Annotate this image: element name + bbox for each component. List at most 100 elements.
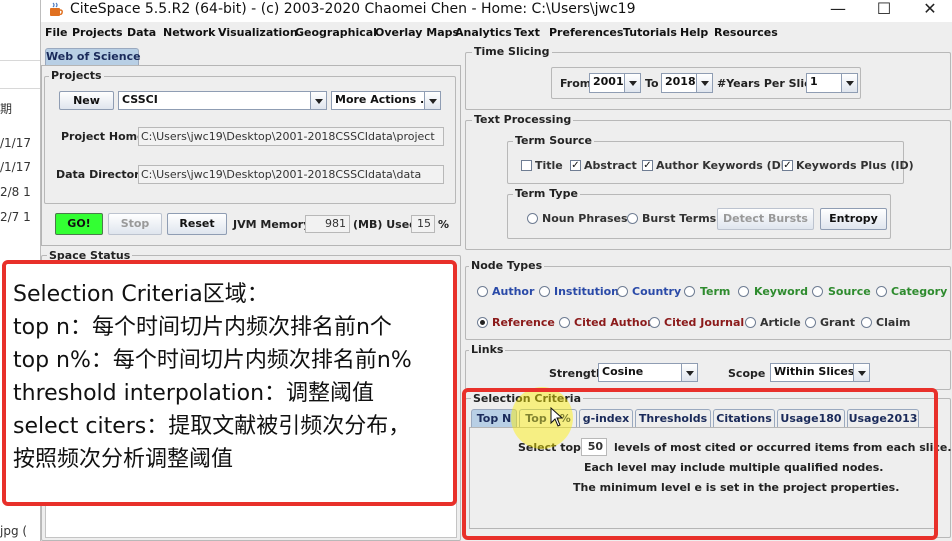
keyword-radio-label: Keyword — [754, 285, 808, 298]
menu-analytics[interactable]: Analytics — [455, 26, 512, 39]
menu-tutorials[interactable]: Tutorials — [623, 26, 677, 39]
category-radio[interactable] — [876, 286, 887, 297]
minimize-button[interactable]: — — [815, 0, 861, 22]
annotation-line: top n%：每个时间切片内频次排名前n% — [13, 348, 412, 373]
author-keywords-checkbox[interactable]: ✓ — [642, 160, 653, 171]
source-radio[interactable] — [812, 286, 823, 297]
scope-select[interactable]: Within Slices — [770, 363, 870, 382]
project-home-label: Project Home: — [61, 130, 149, 143]
more-actions-select[interactable]: More Actions ... — [331, 91, 441, 110]
chevron-down-icon[interactable] — [310, 92, 326, 109]
new-project-button[interactable]: New — [59, 91, 114, 110]
bg-text: 期 — [0, 102, 13, 116]
chevron-down-icon[interactable] — [681, 364, 697, 381]
strength-label: Strength — [549, 367, 604, 380]
annotation-line: top n：每个时间切片内频次排名前n个 — [13, 315, 392, 340]
claim-radio[interactable] — [861, 317, 872, 328]
close-button[interactable]: ✕ — [907, 0, 952, 22]
term-radio[interactable] — [684, 286, 695, 297]
bg-text: /1/17 — [0, 160, 31, 174]
menu-data[interactable]: Data — [127, 26, 156, 39]
cited-author-radio-label: Cited Author — [574, 316, 653, 329]
from-label: From — [560, 77, 592, 90]
bg-divider — [0, 88, 44, 89]
title-checkbox[interactable] — [521, 160, 532, 171]
data-directory-label: Data Directory: — [56, 168, 152, 181]
menu-resources[interactable]: Resources — [714, 26, 778, 39]
chevron-down-icon[interactable] — [696, 74, 712, 92]
menu-help[interactable]: Help — [680, 26, 708, 39]
project-select[interactable]: CSSCI — [118, 91, 327, 110]
stop-button[interactable]: Stop — [108, 213, 162, 235]
category-radio-label: Category — [891, 285, 948, 298]
years-per-slice-select[interactable]: 1 — [806, 73, 858, 93]
menu-projects[interactable]: Projects — [72, 26, 123, 39]
chevron-down-icon[interactable] — [841, 74, 857, 92]
strength-select[interactable]: Cosine — [598, 363, 698, 382]
chevron-down-icon[interactable] — [624, 74, 640, 92]
from-year-value: 2001 — [593, 75, 624, 88]
menu-text[interactable]: Text — [514, 26, 540, 39]
menu-bar: File Projects Data Network Visualization… — [41, 23, 952, 43]
source-radio-label: Source — [828, 285, 871, 298]
to-year-select[interactable]: 2018 — [661, 73, 713, 93]
article-radio-label: Article — [760, 316, 801, 329]
jvm-memory-label: JVM Memory — [233, 218, 311, 231]
to-year-value: 2018 — [665, 75, 696, 88]
reference-radio-label: Reference — [492, 316, 555, 329]
institution-radio[interactable] — [539, 286, 550, 297]
from-year-select[interactable]: 2001 — [589, 73, 641, 93]
go-button[interactable]: GO! — [55, 213, 103, 235]
project-home-field[interactable]: C:\Users\jwc19\Desktop\2001-2018CSSCIdat… — [138, 127, 444, 146]
grant-radio[interactable] — [805, 317, 816, 328]
burst-terms-label: Burst Terms — [642, 212, 717, 225]
menu-network[interactable]: Network — [163, 26, 215, 39]
detect-bursts-button[interactable]: Detect Bursts — [717, 208, 814, 230]
menu-overlay-maps[interactable]: Overlay Maps — [375, 26, 459, 39]
country-radio[interactable] — [617, 286, 628, 297]
noun-phrases-radio[interactable] — [527, 213, 538, 224]
author-radio[interactable] — [477, 286, 488, 297]
cited-journal-radio[interactable] — [649, 317, 660, 328]
chevron-down-icon[interactable] — [853, 364, 869, 381]
reference-radio[interactable] — [477, 317, 488, 328]
article-radio[interactable] — [745, 317, 756, 328]
reset-button[interactable]: Reset — [167, 213, 227, 235]
annotation-line: Selection Criteria区域： — [13, 282, 269, 307]
country-radio-label: Country — [632, 285, 682, 298]
burst-terms-radio[interactable] — [627, 213, 638, 224]
entropy-button[interactable]: Entropy — [820, 208, 887, 230]
author-radio-label: Author — [492, 285, 535, 298]
window-title: CiteSpace 5.5.R2 (64-bit) - (c) 2003-202… — [70, 1, 636, 17]
tab-web-of-science[interactable]: Web of Science — [45, 48, 141, 66]
project-select-value: CSSCI — [122, 93, 158, 106]
term-radio-label: Term — [700, 285, 731, 298]
term-source-label: Term Source — [513, 134, 594, 147]
institution-radio-label: Institution — [554, 285, 620, 298]
node-types-label: Node Types — [469, 259, 545, 272]
menu-preferences[interactable]: Preferences — [549, 26, 623, 39]
title-bar: CiteSpace 5.5.R2 (64-bit) - (c) 2003-202… — [41, 0, 952, 22]
bg-text: 2/8 1 — [0, 185, 31, 199]
time-slicing-label: Time Slicing — [472, 45, 552, 58]
noun-phrases-label: Noun Phrases — [542, 212, 628, 225]
author-keywords-checkbox-label: Author Keywords (DE) — [656, 159, 794, 172]
chevron-down-icon[interactable] — [424, 92, 440, 109]
cited-author-radio[interactable] — [559, 317, 570, 328]
projects-label: Projects — [49, 69, 104, 82]
keywords-plus-checkbox[interactable]: ✓ — [782, 160, 793, 171]
data-directory-field[interactable]: C:\Users\jwc19\Desktop\2001-2018CSSCIdat… — [138, 165, 444, 184]
used-label: (MB) Used — [353, 218, 418, 231]
links-group — [465, 350, 951, 390]
grant-radio-label: Grant — [820, 316, 855, 329]
abstract-checkbox[interactable]: ✓ — [570, 160, 581, 171]
menu-visualization[interactable]: Visualization — [218, 26, 298, 39]
menu-geographical[interactable]: Geographical — [295, 26, 377, 39]
keyword-radio[interactable] — [738, 286, 749, 297]
annotation-line: threshold interpolation：调整阈值 — [13, 381, 375, 406]
percent-label: % — [438, 218, 450, 231]
maximize-button[interactable]: ☐ — [861, 0, 907, 22]
menu-file[interactable]: File — [45, 26, 68, 39]
to-label: To — [645, 77, 659, 90]
more-actions-value: More Actions ... — [335, 93, 433, 106]
